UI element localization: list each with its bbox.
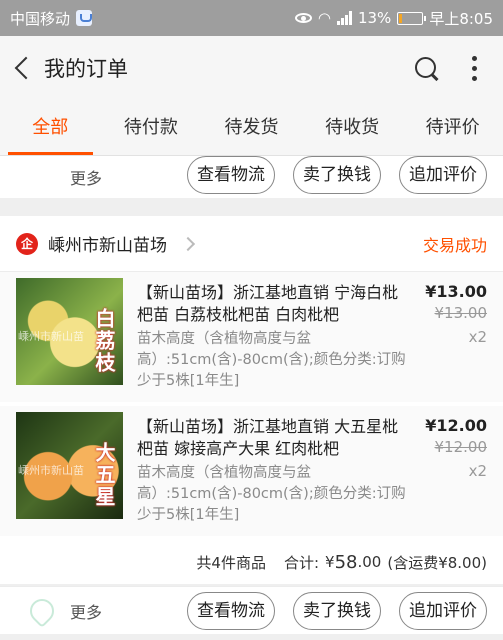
chevron-right-icon [180, 236, 196, 251]
nav-actions [413, 55, 479, 81]
item-price-block: ¥12.00 ¥12.00 x2 [411, 412, 487, 536]
status-bar: 中国移动 ◠ 13% 早上8:05 [0, 0, 503, 36]
view-logistics-button[interactable]: 查看物流 [187, 156, 275, 194]
battery-icon [397, 11, 427, 25]
add-review-button[interactable]: 追加评价 [399, 156, 487, 194]
view-logistics-button[interactable]: 查看物流 [187, 591, 275, 630]
carrier: 中国移动 [10, 8, 93, 29]
product-image[interactable]: 嵊州市新山苗 白荔枝 [16, 278, 123, 385]
status-icons: ◠ 13% 早上8:05 [294, 8, 493, 29]
item-info: 【新山苗场】浙江基地直销 宁海白枇杷苗 白荔枝枇杷苗 白肉枇杷 苗木高度（含植物… [137, 278, 411, 402]
previous-order-actions: 更多 查看物流 卖了换钱 追加评价 [0, 156, 503, 198]
item-info: 【新山苗场】浙江基地直销 大五星枇杷苗 嫁接高产大果 红肉枇杷 苗木高度（含植物… [137, 412, 411, 536]
carrier-name: 中国移动 [10, 9, 71, 28]
order-status: 交易成功 [422, 235, 487, 255]
clock: 早上8:05 [429, 9, 493, 28]
battery-percent: 13% [357, 9, 392, 27]
item-sku: 苗木高度（含植物高度与盆高）:51cm(含)-80cm(含);颜色分类:订购少于… [137, 465, 406, 523]
signal-icon [336, 11, 352, 25]
item-price: ¥12.00 [425, 416, 487, 435]
shipping-fee: (含运费¥8.00) [387, 553, 487, 572]
more-link[interactable]: 更多 [70, 165, 102, 189]
add-review-button[interactable]: 追加评价 [399, 591, 487, 630]
image-label: 大五星 [92, 442, 116, 508]
nav-bar: 我的订单 [0, 36, 503, 100]
total-decimal: .00 [357, 553, 382, 571]
tab-pending-shipment[interactable]: 待发货 [201, 100, 302, 155]
shop-name[interactable]: 嵊州市新山苗场 [48, 231, 167, 256]
more-vertical-icon[interactable] [469, 55, 479, 81]
item-title[interactable]: 【新山苗场】浙江基地直销 宁海白枇杷苗 白荔枝枇杷苗 白肉枇杷 [137, 282, 411, 326]
tab-all[interactable]: 全部 [0, 100, 101, 155]
action-buttons: 查看物流 卖了换钱 追加评价 [187, 591, 487, 630]
item-price-block: ¥13.00 ¥13.00 x2 [411, 278, 487, 402]
search-icon[interactable] [413, 55, 439, 81]
wifi-icon: ◠ [317, 9, 331, 27]
order-tabs: 全部 待付款 待发货 待收货 待评价 [0, 100, 503, 156]
order-summary: 共4件商品 合计: ¥ 58 .00 (含运费¥8.00) [0, 540, 503, 584]
item-sku: 苗木高度（含植物高度与盆高）:51cm(含)-80cm(含);颜色分类:订购少于… [137, 331, 406, 389]
shop-icon: 企 [16, 232, 38, 255]
shop-header[interactable]: 企 嵊州市新山苗场 交易成功 [0, 216, 503, 272]
total-amount: 58 [334, 551, 358, 573]
sell-button[interactable]: 卖了换钱 [293, 591, 381, 630]
item-title[interactable]: 【新山苗场】浙江基地直销 大五星枇杷苗 嫁接高产大果 红肉枇杷 [137, 416, 411, 460]
tab-pending-receipt[interactable]: 待收货 [302, 100, 403, 155]
image-label: 白荔枝 [92, 308, 116, 374]
more-link[interactable]: 更多 [70, 599, 102, 623]
item-quantity: x2 [468, 462, 487, 480]
back-arrow-icon[interactable] [12, 53, 38, 83]
order-item[interactable]: 嵊州市新山苗 白荔枝 【新山苗场】浙江基地直销 宁海白枇杷苗 白荔枝枇杷苗 白肉… [0, 272, 503, 402]
order-card: 企 嵊州市新山苗场 交易成功 嵊州市新山苗 白荔枝 【新山苗场】浙江基地直销 宁… [0, 216, 503, 584]
product-image[interactable]: 嵊州市新山苗 大五星 [16, 412, 123, 519]
order-item[interactable]: 嵊州市新山苗 大五星 【新山苗场】浙江基地直销 大五星枇杷苗 嫁接高产大果 红肉… [0, 406, 503, 536]
item-count: 共4件商品 [196, 553, 266, 572]
eye-icon [294, 13, 312, 23]
item-original-price: ¥13.00 [434, 304, 488, 322]
page-title: 我的订单 [44, 57, 128, 81]
hd-badge-icon [76, 10, 93, 26]
action-buttons: 查看物流 卖了换钱 追加评价 [187, 156, 487, 194]
item-price: ¥13.00 [425, 282, 487, 301]
item-original-price: ¥12.00 [434, 438, 488, 456]
sell-button[interactable]: 卖了换钱 [293, 156, 381, 194]
image-watermark: 嵊州市新山苗 [18, 330, 84, 343]
order-actions: 更多 查看物流 卖了换钱 追加评价 [0, 586, 503, 634]
floating-leaf-icon[interactable] [26, 595, 56, 625]
total-label: 合计: [283, 553, 320, 572]
item-quantity: x2 [468, 328, 487, 346]
image-watermark: 嵊州市新山苗 [18, 464, 84, 477]
tab-pending-payment[interactable]: 待付款 [101, 100, 202, 155]
total-currency: ¥ [325, 553, 335, 571]
tab-pending-review[interactable]: 待评价 [402, 100, 503, 155]
